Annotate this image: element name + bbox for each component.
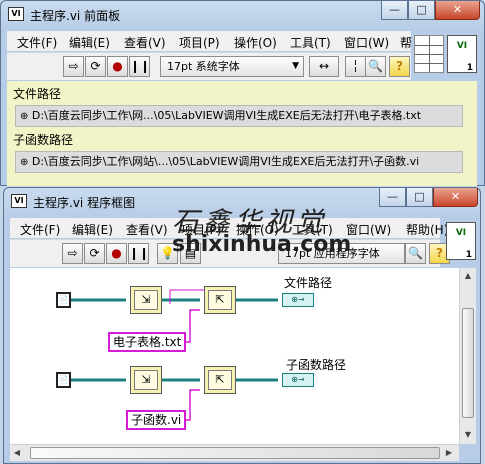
menu-file[interactable]: 文件(F) (20, 221, 60, 238)
close-button[interactable]: ✕ (435, 1, 480, 20)
pause-button[interactable]: ❙❙ (128, 243, 149, 264)
connector-pane[interactable] (414, 35, 444, 73)
scroll-up-icon[interactable]: ▲ (462, 269, 474, 283)
menu-operate[interactable]: 操作(O) (234, 34, 277, 51)
pause-button[interactable]: ❙❙ (129, 56, 150, 77)
strip-path-function[interactable]: ⇲ (130, 366, 162, 394)
vi-icon-pane[interactable]: VI 1 (446, 222, 476, 260)
chevron-down-icon: ▼ (292, 61, 299, 71)
scroll-thumb[interactable] (462, 308, 474, 418)
front-panel-menubar: 文件(F) 编辑(E) 查看(V) 项目(P) 操作(O) 工具(T) 窗口(W… (7, 31, 412, 51)
run-button[interactable]: ⇨ (62, 243, 83, 264)
build-path-icon: ⇱ (208, 370, 232, 390)
help-button[interactable]: ? (389, 56, 410, 77)
run-continuous-button[interactable]: ⟳ (84, 243, 105, 264)
scroll-left-icon[interactable]: ◀ (11, 446, 23, 460)
strip-path-icon: ⇲ (134, 290, 158, 310)
maximize-button[interactable]: □ (406, 188, 433, 207)
close-button[interactable]: ✕ (433, 188, 478, 207)
menu-file[interactable]: 文件(F) (17, 34, 57, 51)
vi-icon-label: VI (456, 41, 468, 51)
vi-icon-badge: 1 (465, 250, 472, 260)
build-path-function[interactable]: ⇱ (204, 366, 236, 394)
maximize-button[interactable]: □ (408, 1, 435, 20)
sub-path-value: D:\百度云同步\工作\网站\...\05\LabVIEW调用VI生成EXE后无… (31, 155, 420, 168)
vi-icon-label: VI (455, 228, 467, 238)
front-panel-window: VI 主程序.vi 前面板 — □ ✕ 文件(F) 编辑(E) 查看(V) 项目… (0, 0, 485, 186)
sub-path-terminal-label: 子函数路径 (286, 358, 347, 372)
abort-button[interactable]: ● (107, 56, 128, 77)
front-panel-canvas: 文件路径 ⊕ D:\百度云同步\工作\网...\05\LabVIEW调用VI生成… (7, 81, 477, 186)
vertical-scrollbar[interactable]: ▲ ▼ (459, 268, 476, 444)
font-select[interactable]: 17pt 系统字体 ▼ (160, 56, 304, 77)
align-objects-button[interactable]: ↔ (309, 56, 339, 77)
front-panel-toolbar: ⇨ ⟳ ● ❙❙ 17pt 系统字体 ▼ ↔ ╎ 🔍 ? (7, 52, 411, 80)
build-path-icon: ⇱ (208, 290, 232, 310)
menu-window[interactable]: 窗口(W) (346, 221, 391, 238)
scroll-down-icon[interactable]: ▼ (462, 428, 474, 442)
file-path-indicator[interactable]: ⊕ D:\百度云同步\工作\网...\05\LabVIEW调用VI生成EXE后无… (15, 105, 463, 127)
menu-help[interactable]: 帮助(H) (406, 221, 448, 238)
build-path-function[interactable]: ⇱ (204, 286, 236, 314)
vi-icon-pane[interactable]: VI 1 (447, 35, 477, 73)
path-constant-icon[interactable]: 📄 (56, 372, 71, 388)
vi-window-icon: VI (8, 7, 24, 21)
menu-project[interactable]: 项目(P) (179, 34, 220, 51)
front-panel-titlebar[interactable]: VI 主程序.vi 前面板 — □ ✕ (1, 1, 484, 29)
search-button[interactable]: 🔍 (405, 243, 426, 264)
path-icon: ⊕ (20, 157, 29, 168)
sub-path-label: 子函数路径 (13, 133, 74, 147)
file-path-terminal-label: 文件路径 (284, 276, 333, 290)
file-path-label: 文件路径 (13, 87, 62, 101)
vi-window-icon: VI (11, 194, 27, 208)
block-diagram-canvas[interactable]: 📄 ⇲ ⇱ ⊕→ 文件路径 电子表格.txt 📄 ⇲ ⇱ ⊕→ 子函数路径 子函… (10, 268, 459, 458)
string-wire (169, 289, 205, 304)
window-title: 主程序.vi 程序框图 (33, 196, 136, 210)
path-icon: ⊕ (20, 111, 29, 122)
scroll-thumb[interactable] (30, 447, 440, 459)
menu-edit[interactable]: 编辑(E) (69, 34, 110, 51)
distribute-objects-button[interactable]: ╎ (345, 56, 366, 77)
run-button[interactable]: ⇨ (63, 56, 84, 77)
sub-path-terminal[interactable]: ⊕→ (282, 373, 314, 387)
path-constant-icon[interactable]: 📄 (56, 292, 71, 308)
menu-tools[interactable]: 工具(T) (290, 34, 331, 51)
font-select-value: 17pt 系统字体 (167, 60, 240, 73)
horizontal-scrollbar[interactable]: ◀ ▶ (10, 444, 459, 461)
string-constant-subvi[interactable]: 子函数.vi (126, 410, 187, 430)
vi-icon-badge: 1 (466, 63, 473, 73)
search-button[interactable]: 🔍 (365, 56, 386, 77)
menu-window[interactable]: 窗口(W) (344, 34, 389, 51)
file-path-value: D:\百度云同步\工作\网...\05\LabVIEW调用VI生成EXE后无法打… (31, 109, 422, 122)
abort-button[interactable]: ● (106, 243, 127, 264)
menu-view[interactable]: 查看(V) (124, 34, 166, 51)
sub-path-indicator[interactable]: ⊕ D:\百度云同步\工作\网站\...\05\LabVIEW调用VI生成EXE… (15, 151, 463, 173)
string-constant-spreadsheet[interactable]: 电子表格.txt (108, 332, 187, 352)
menu-view[interactable]: 查看(V) (126, 221, 168, 238)
file-path-terminal[interactable]: ⊕→ (282, 293, 314, 307)
strip-path-icon: ⇲ (134, 370, 158, 390)
menu-help[interactable]: 帮 (400, 34, 412, 51)
watermark-site: shixinhua.com (172, 232, 352, 257)
run-continuous-button[interactable]: ⟳ (85, 56, 106, 77)
window-title: 主程序.vi 前面板 (30, 9, 121, 23)
minimize-button[interactable]: — (379, 188, 406, 207)
strip-path-function[interactable]: ⇲ (130, 286, 162, 314)
minimize-button[interactable]: — (381, 1, 408, 20)
scroll-right-icon[interactable]: ▶ (443, 446, 455, 460)
menu-edit[interactable]: 编辑(E) (72, 221, 113, 238)
